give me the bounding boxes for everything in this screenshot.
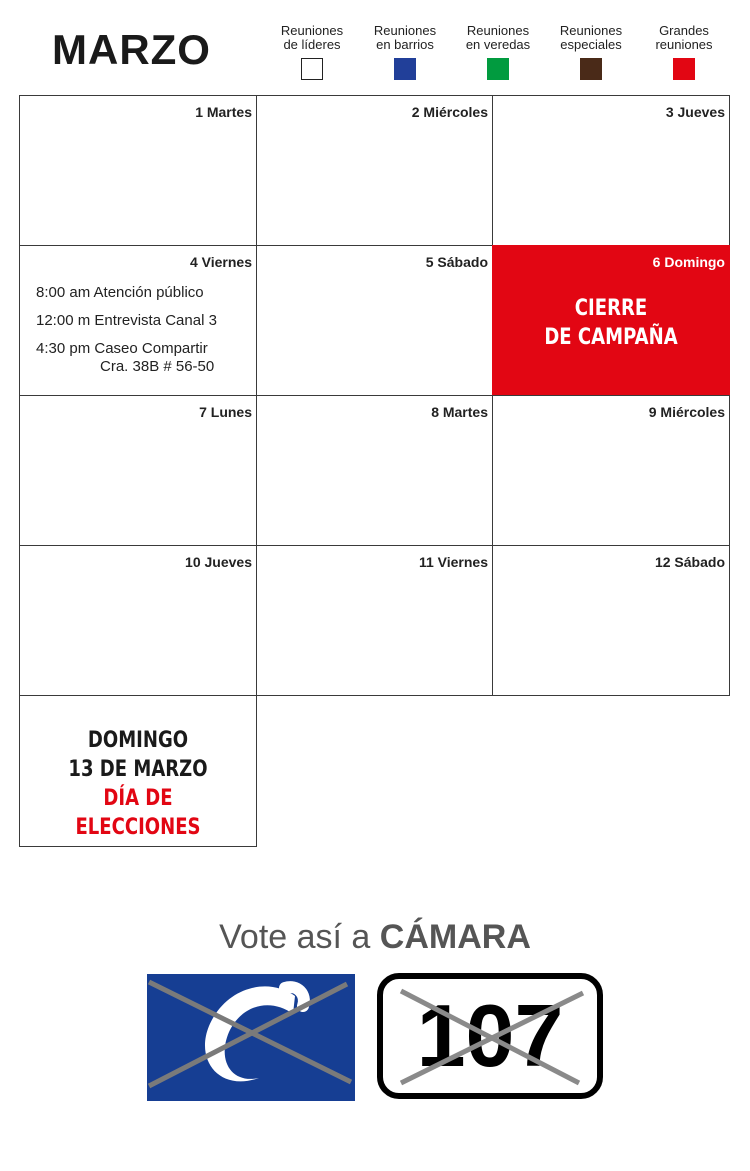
- day-label: 8 Martes: [431, 404, 488, 420]
- legend-label: Reuniones de líderes: [280, 23, 344, 52]
- day-cell-4[interactable]: 4 Viernes 8:00 am Atención público 12:00…: [19, 245, 257, 396]
- election-text: DOMINGO 13 DE MARZO DÍA DE ELECCIONES: [41, 726, 235, 842]
- party-logo[interactable]: [147, 974, 355, 1101]
- party-c-logo-icon: [147, 979, 353, 1089]
- legend-item-lideres: Reuniones de líderes: [262, 24, 362, 80]
- vote-chamber: CÁMARA: [379, 918, 531, 956]
- day-label: 4 Viernes: [189, 254, 252, 270]
- election-day-title: DÍA DE ELECCIONES: [75, 786, 201, 840]
- event-item: 12:00 m Entrevista Canal 3: [36, 312, 217, 329]
- day-label: 2 Miércoles: [411, 104, 488, 120]
- day-label: 7 Lunes: [199, 404, 252, 420]
- event-item: 8:00 am Atención público: [36, 284, 204, 301]
- day-label: 12 Sábado: [654, 554, 725, 570]
- legend-item-especiales: Reuniones especiales: [541, 24, 641, 80]
- day-cell-3[interactable]: 3 Jueves: [492, 95, 730, 246]
- event-list: 8:00 am Atención público 12:00 m Entrevi…: [36, 284, 217, 386]
- day-cell-6[interactable]: 6 Domingo CIERRE DE CAMPAÑA: [492, 245, 730, 396]
- day-label: 9 Miércoles: [648, 404, 725, 420]
- election-line: DOMINGO: [87, 728, 189, 753]
- page-title: MARZO: [52, 26, 211, 73]
- vote-instruction: Vote así a CÁMARA: [0, 918, 750, 957]
- election-line: 13 DE MARZO: [68, 757, 208, 782]
- legend-swatch-lideres: [301, 58, 323, 80]
- day-cell-9[interactable]: 9 Miércoles: [492, 395, 730, 546]
- day-cell-7[interactable]: 7 Lunes: [19, 395, 257, 546]
- day-label: 10 Jueves: [185, 554, 252, 570]
- legend-label: Reuniones especiales: [559, 23, 623, 52]
- day-cell-12[interactable]: 12 Sábado: [492, 545, 730, 696]
- legend-label: Grandes reuniones: [655, 23, 713, 52]
- candidate-number-box[interactable]: 107: [377, 973, 603, 1099]
- legend-label: Reuniones en barrios: [373, 23, 437, 52]
- day-cell-10[interactable]: 10 Jueves: [19, 545, 257, 696]
- day-label: 5 Sábado: [425, 254, 488, 270]
- day-label: 3 Jueves: [665, 104, 725, 120]
- legend-item-grandes: Grandes reuniones: [634, 24, 734, 80]
- legend-swatch-especiales: [580, 58, 602, 80]
- calendar-grid: 1 Martes 2 Miércoles 3 Jueves 4 Viernes …: [19, 95, 730, 847]
- vote-prefix: Vote así a: [219, 918, 380, 956]
- legend-item-veredas: Reuniones en veredas: [448, 24, 548, 80]
- highlight-line: DE CAMPAÑA: [544, 325, 678, 350]
- campaign-close-text: CIERRE DE CAMPAÑA: [514, 294, 708, 352]
- legend-swatch-barrios: [394, 58, 416, 80]
- legend-item-barrios: Reuniones en barrios: [355, 24, 455, 80]
- election-day-cell[interactable]: DOMINGO 13 DE MARZO DÍA DE ELECCIONES: [19, 695, 257, 847]
- event-text: 4:30 pm Caseo Compartir: [36, 340, 208, 357]
- day-cell-1[interactable]: 1 Martes: [19, 95, 257, 246]
- day-cell-11[interactable]: 11 Viernes: [256, 545, 493, 696]
- legend: Reuniones de líderes Reuniones en barrio…: [262, 24, 732, 86]
- legend-label: Reuniones en veredas: [465, 23, 531, 52]
- day-label: 1 Martes: [195, 104, 252, 120]
- day-label: 6 Domingo: [652, 254, 725, 270]
- day-cell-5[interactable]: 5 Sábado: [256, 245, 493, 396]
- event-item: 4:30 pm Caseo Compartir Cra. 38B # 56-50: [36, 340, 217, 376]
- cross-mark-icon: [399, 988, 585, 1086]
- legend-swatch-grandes: [673, 58, 695, 80]
- legend-swatch-veredas: [487, 58, 509, 80]
- event-address: Cra. 38B # 56-50: [100, 358, 215, 375]
- day-cell-8[interactable]: 8 Martes: [256, 395, 493, 546]
- day-cell-2[interactable]: 2 Miércoles: [256, 95, 493, 246]
- highlight-line: CIERRE: [574, 296, 648, 321]
- day-label: 11 Viernes: [418, 554, 488, 570]
